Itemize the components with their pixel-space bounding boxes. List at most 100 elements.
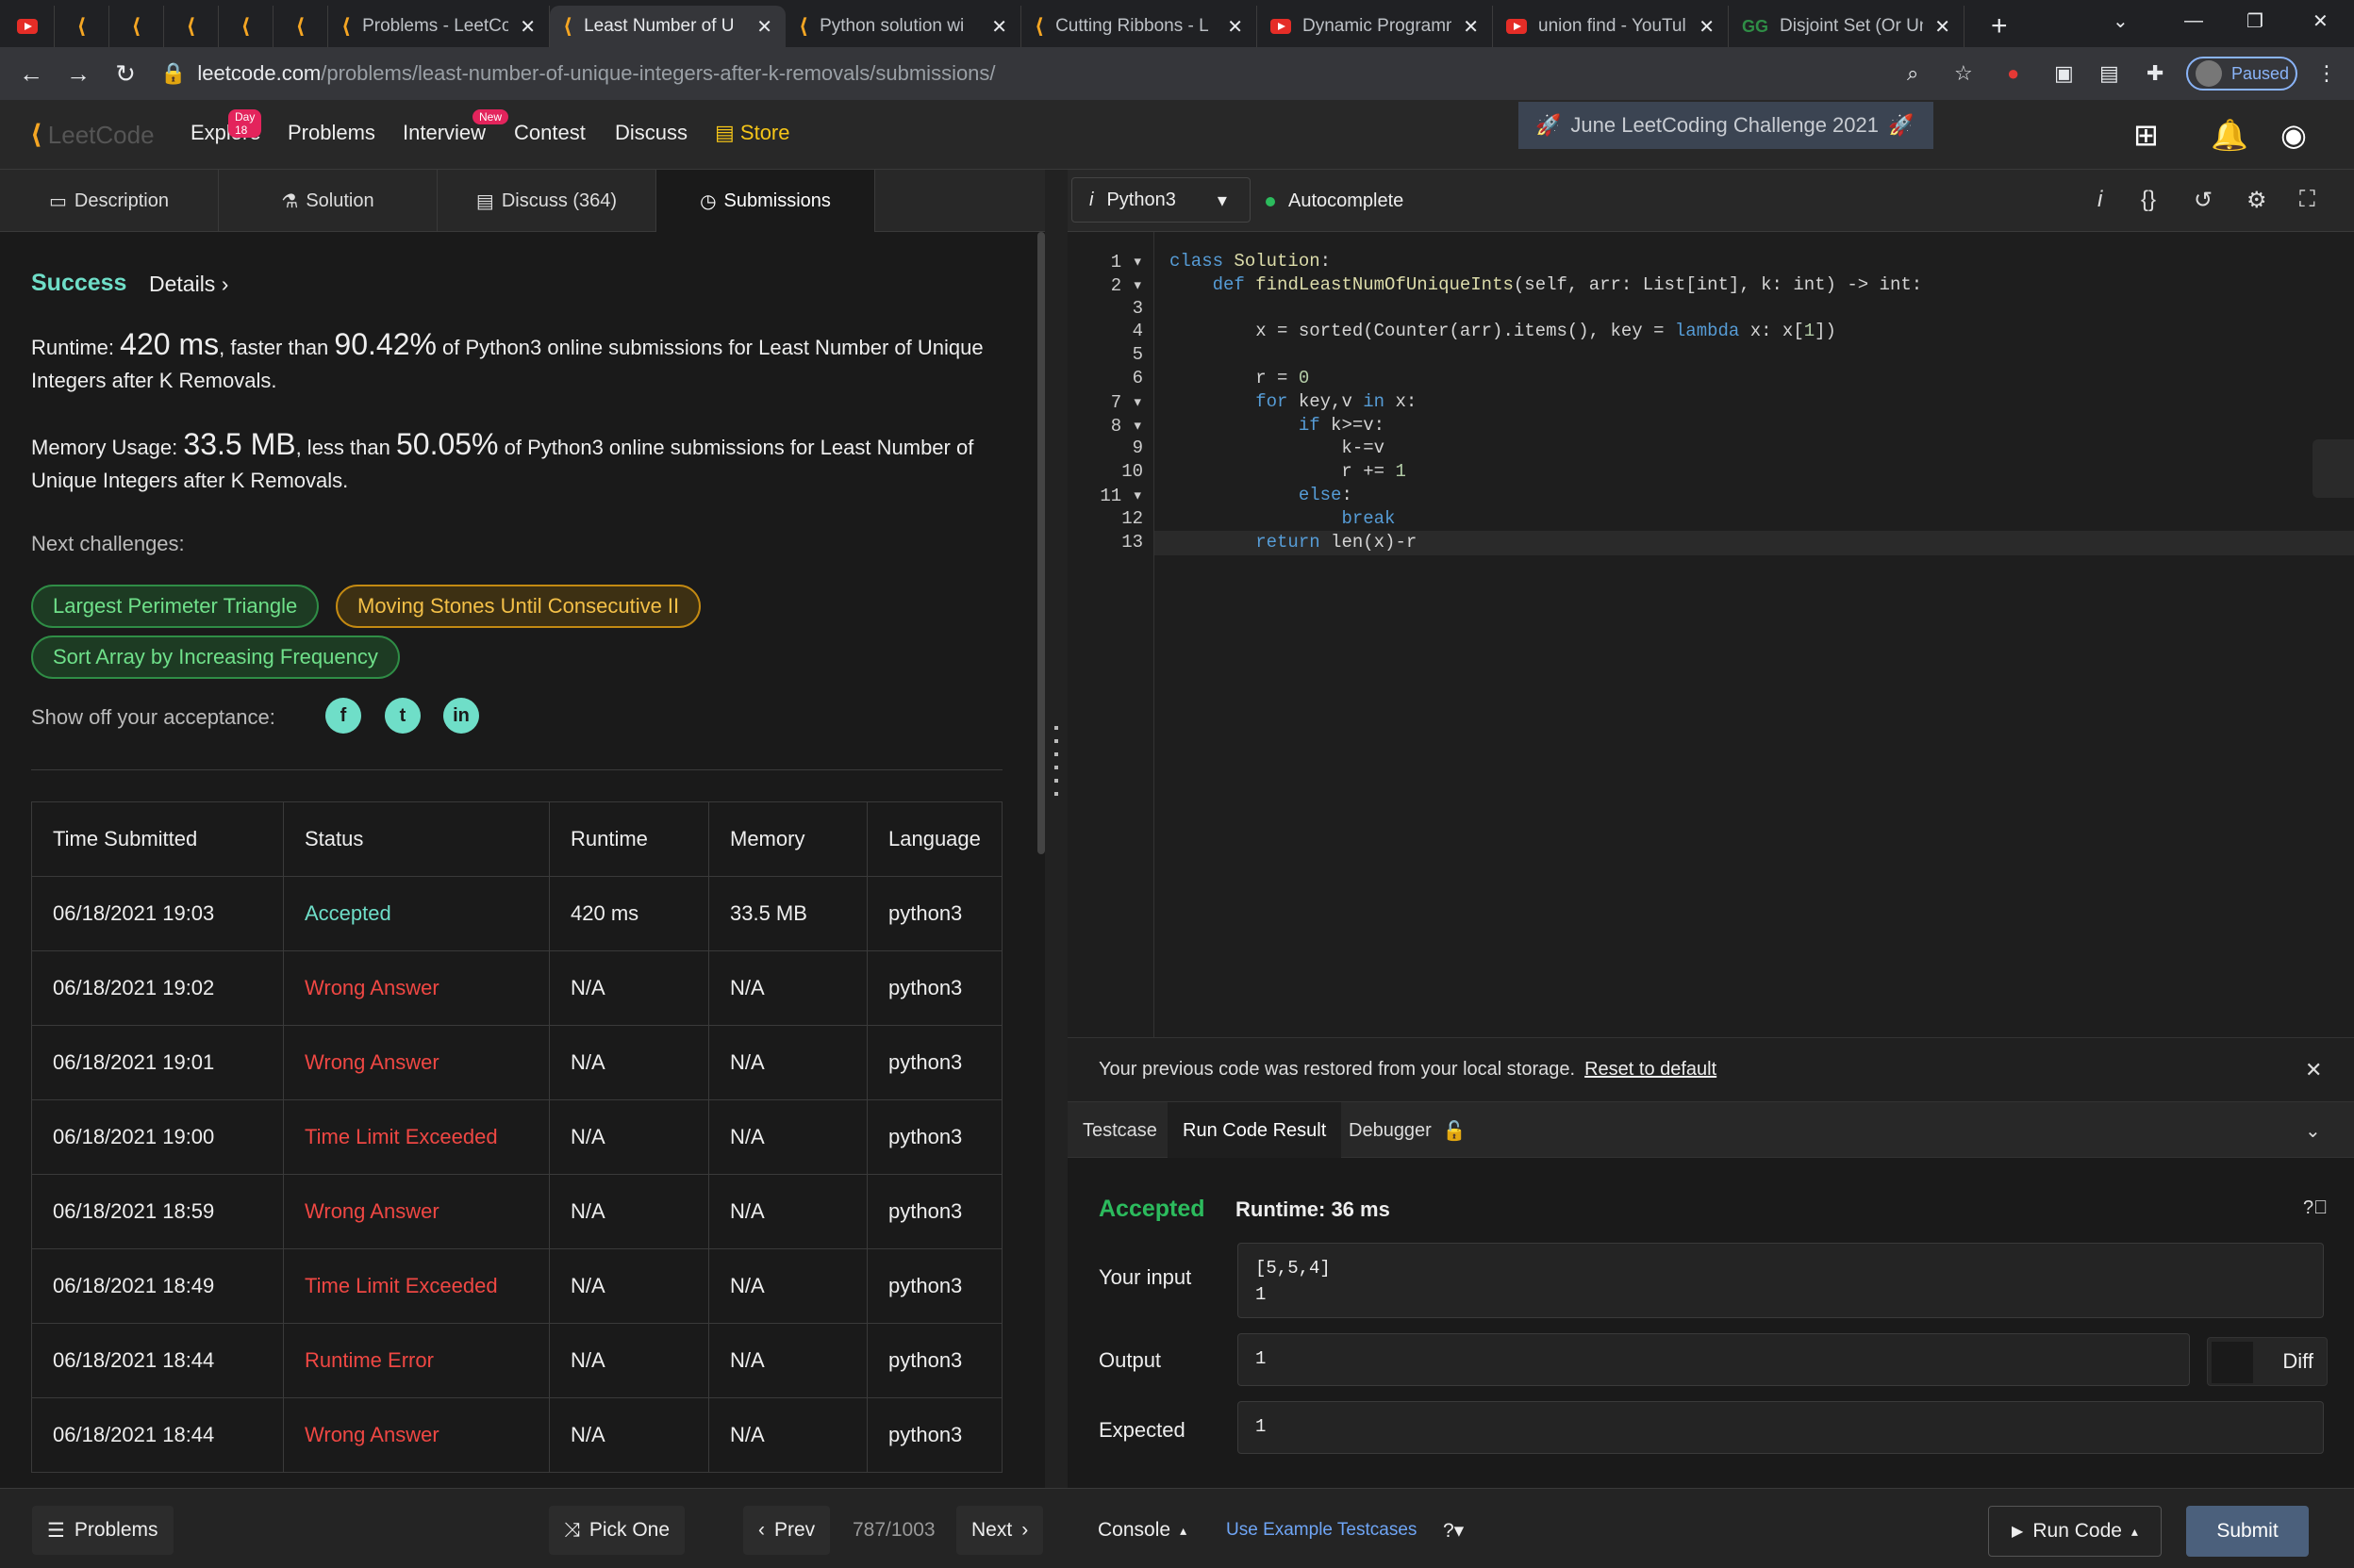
- status-cell[interactable]: Wrong Answer: [283, 1025, 550, 1100]
- format-icon[interactable]: {}: [2141, 187, 2156, 213]
- close-window-icon[interactable]: ✕: [2313, 0, 2329, 41]
- browser-tab[interactable]: ⟨: [109, 6, 164, 47]
- close-icon[interactable]: ✕: [2305, 1058, 2322, 1082]
- playground-icon[interactable]: ⊞: [2133, 117, 2159, 153]
- close-tab-icon[interactable]: ✕: [1699, 15, 1715, 39]
- restore-icon[interactable]: ❐: [2246, 0, 2263, 41]
- browser-tab[interactable]: [0, 6, 55, 47]
- browser-tab[interactable]: ⟨ Cutting Ribbons - L ✕: [1021, 6, 1257, 47]
- puzzle-icon[interactable]: ✚: [2147, 47, 2163, 100]
- facebook-icon[interactable]: f: [325, 698, 361, 734]
- pick-one-button[interactable]: ⤨ Pick One: [549, 1506, 686, 1555]
- browser-tab[interactable]: ⟨ Problems - LeetCo ✕: [328, 6, 550, 47]
- code-line[interactable]: return len(x)-r: [1169, 532, 1417, 553]
- problems-button[interactable]: ☰ Problems: [32, 1506, 174, 1555]
- submit-button[interactable]: Submit: [2186, 1506, 2309, 1557]
- back-icon[interactable]: ←: [8, 59, 55, 89]
- table-row[interactable]: 06/18/2021 18:59 Wrong Answer N/A N/A python…: [31, 1174, 1003, 1249]
- challenge-chip[interactable]: Moving Stones Until Consecutive II: [336, 585, 702, 628]
- tab-submissions[interactable]: ◷ Submissions: [656, 170, 875, 232]
- table-row[interactable]: 06/18/2021 19:00 Time Limit Exceeded N/A N/…: [31, 1099, 1003, 1175]
- table-row[interactable]: 06/18/2021 18:44 Wrong Answer N/A N/A python…: [31, 1397, 1003, 1473]
- tab-description[interactable]: ▭ Description: [0, 170, 219, 232]
- column-header[interactable]: Language: [867, 801, 1003, 877]
- code-line[interactable]: def findLeastNumOfUniqueInts(self, arr: …: [1169, 274, 1923, 295]
- code-line[interactable]: else:: [1169, 485, 1352, 505]
- code-line[interactable]: x = sorted(Counter(arr).items(), key = l…: [1169, 321, 1836, 341]
- close-tab-icon[interactable]: ✕: [991, 15, 1007, 39]
- table-row[interactable]: 06/18/2021 19:03 Accepted 420 ms 33.5 MB pyt…: [31, 876, 1003, 951]
- info-icon[interactable]: i: [2097, 187, 2102, 213]
- bookmark-star-icon[interactable]: ☆: [1954, 47, 1973, 100]
- tab-run-code-result[interactable]: Run Code Result: [1168, 1102, 1342, 1159]
- diff-toggle[interactable]: Diff: [2207, 1337, 2328, 1386]
- language-select[interactable]: i Python3 ▾: [1071, 177, 1251, 223]
- user-avatar-icon[interactable]: ◉: [2280, 117, 2307, 153]
- browser-tab[interactable]: ⟨: [164, 6, 219, 47]
- extension-icon[interactable]: ▤: [2099, 47, 2119, 100]
- help-icon[interactable]: ?⃝: [2303, 1197, 2328, 1219]
- tab-discuss[interactable]: ▤ Discuss (364): [438, 170, 656, 232]
- code-line[interactable]: class Solution:: [1169, 251, 1331, 272]
- chevron-down-icon[interactable]: ⌄: [2305, 1102, 2321, 1159]
- browser-tab-active[interactable]: ⟨ Least Number of U ✕: [550, 6, 786, 47]
- status-cell[interactable]: Wrong Answer: [283, 950, 550, 1026]
- settings-icon[interactable]: ⚙: [2246, 187, 2267, 214]
- column-header[interactable]: Time Submitted: [31, 801, 284, 877]
- prev-button[interactable]: ‹ Prev: [743, 1506, 831, 1555]
- details-link[interactable]: Details ›: [149, 272, 228, 297]
- nav-contest[interactable]: Contest: [514, 121, 586, 145]
- challenge-chip[interactable]: Sort Array by Increasing Frequency: [31, 635, 400, 679]
- code-line[interactable]: k-=v: [1169, 437, 1384, 458]
- leetcode-logo[interactable]: ⟨ LeetCode: [30, 119, 155, 150]
- minimize-icon[interactable]: —: [2184, 0, 2203, 41]
- browser-tab[interactable]: ⟨: [274, 6, 328, 47]
- status-cell[interactable]: Accepted: [283, 876, 550, 951]
- challenge-chip[interactable]: Largest Perimeter Triangle: [31, 585, 320, 628]
- tab-solution[interactable]: ⚗ Solution: [219, 170, 438, 232]
- browser-tab[interactable]: union find - YouTul ✕: [1493, 6, 1729, 47]
- table-row[interactable]: 06/18/2021 19:02 Wrong Answer N/A N/A python…: [31, 950, 1003, 1026]
- autocomplete-toggle[interactable]: Autocomplete: [1266, 190, 1403, 212]
- table-row[interactable]: 06/18/2021 19:01 Wrong Answer N/A N/A python…: [31, 1025, 1003, 1100]
- column-header[interactable]: Runtime: [549, 801, 709, 877]
- status-cell[interactable]: Time Limit Exceeded: [283, 1099, 550, 1175]
- close-tab-icon[interactable]: ✕: [1463, 15, 1479, 39]
- fullscreen-icon[interactable]: ⛶: [2299, 187, 2315, 213]
- nav-discuss[interactable]: Discuss: [615, 121, 688, 145]
- column-header[interactable]: Status: [283, 801, 550, 877]
- nav-explore[interactable]: Day 18 Explore: [191, 109, 262, 145]
- extension-icon[interactable]: ▣: [2054, 47, 2074, 100]
- table-row[interactable]: 06/18/2021 18:49 Time Limit Exceeded N/A N/…: [31, 1248, 1003, 1324]
- reload-icon[interactable]: ↻: [102, 59, 149, 89]
- browser-tab[interactable]: ⟨: [219, 6, 274, 47]
- status-cell[interactable]: Wrong Answer: [283, 1397, 550, 1473]
- code-line[interactable]: r = 0: [1169, 368, 1309, 388]
- bell-icon[interactable]: 🔔: [2211, 117, 2248, 153]
- reset-to-default-link[interactable]: Reset to default: [1584, 1059, 1716, 1081]
- status-cell[interactable]: Wrong Answer: [283, 1174, 550, 1249]
- use-example-testcases[interactable]: Use Example Testcases: [1211, 1506, 1432, 1555]
- code-line[interactable]: for key,v in x:: [1169, 391, 1417, 412]
- url-field[interactable]: 🔒 leetcode.com/problems/least-number-of-u…: [160, 53, 1952, 94]
- profile-button[interactable]: Paused: [2186, 57, 2297, 91]
- extension-icon[interactable]: ●: [2007, 47, 2019, 100]
- new-tab-icon[interactable]: +: [1991, 6, 2008, 47]
- scrollbar[interactable]: [1037, 232, 1045, 854]
- code-editor[interactable]: 1 ▾ 2 ▾ 3 4 5 6 7 ▾ 8 ▾ 9 10 11 ▾ 12 13 class…: [1068, 232, 2354, 1037]
- challenge-banner[interactable]: 🚀 June LeetCoding Challenge 2021 🚀: [1518, 102, 1933, 149]
- tab-debugger[interactable]: Debugger 🔓: [1349, 1102, 1467, 1159]
- side-panel-toggle[interactable]: [2313, 439, 2354, 498]
- tab-testcase[interactable]: Testcase: [1083, 1102, 1157, 1159]
- code-line[interactable]: if k>=v:: [1169, 415, 1384, 436]
- run-code-button[interactable]: ▶ Run Code ▴: [1988, 1506, 2162, 1557]
- code-line[interactable]: r += 1: [1169, 461, 1405, 482]
- panel-resizer[interactable]: [1045, 170, 1068, 1490]
- code-line[interactable]: break: [1169, 508, 1395, 529]
- close-tab-icon[interactable]: ✕: [1934, 15, 1950, 39]
- close-tab-icon[interactable]: ✕: [1227, 15, 1243, 39]
- nav-problems[interactable]: Problems: [288, 121, 375, 145]
- next-button[interactable]: Next ›: [956, 1506, 1044, 1555]
- close-tab-icon[interactable]: ✕: [756, 15, 772, 39]
- status-cell[interactable]: Time Limit Exceeded: [283, 1248, 550, 1324]
